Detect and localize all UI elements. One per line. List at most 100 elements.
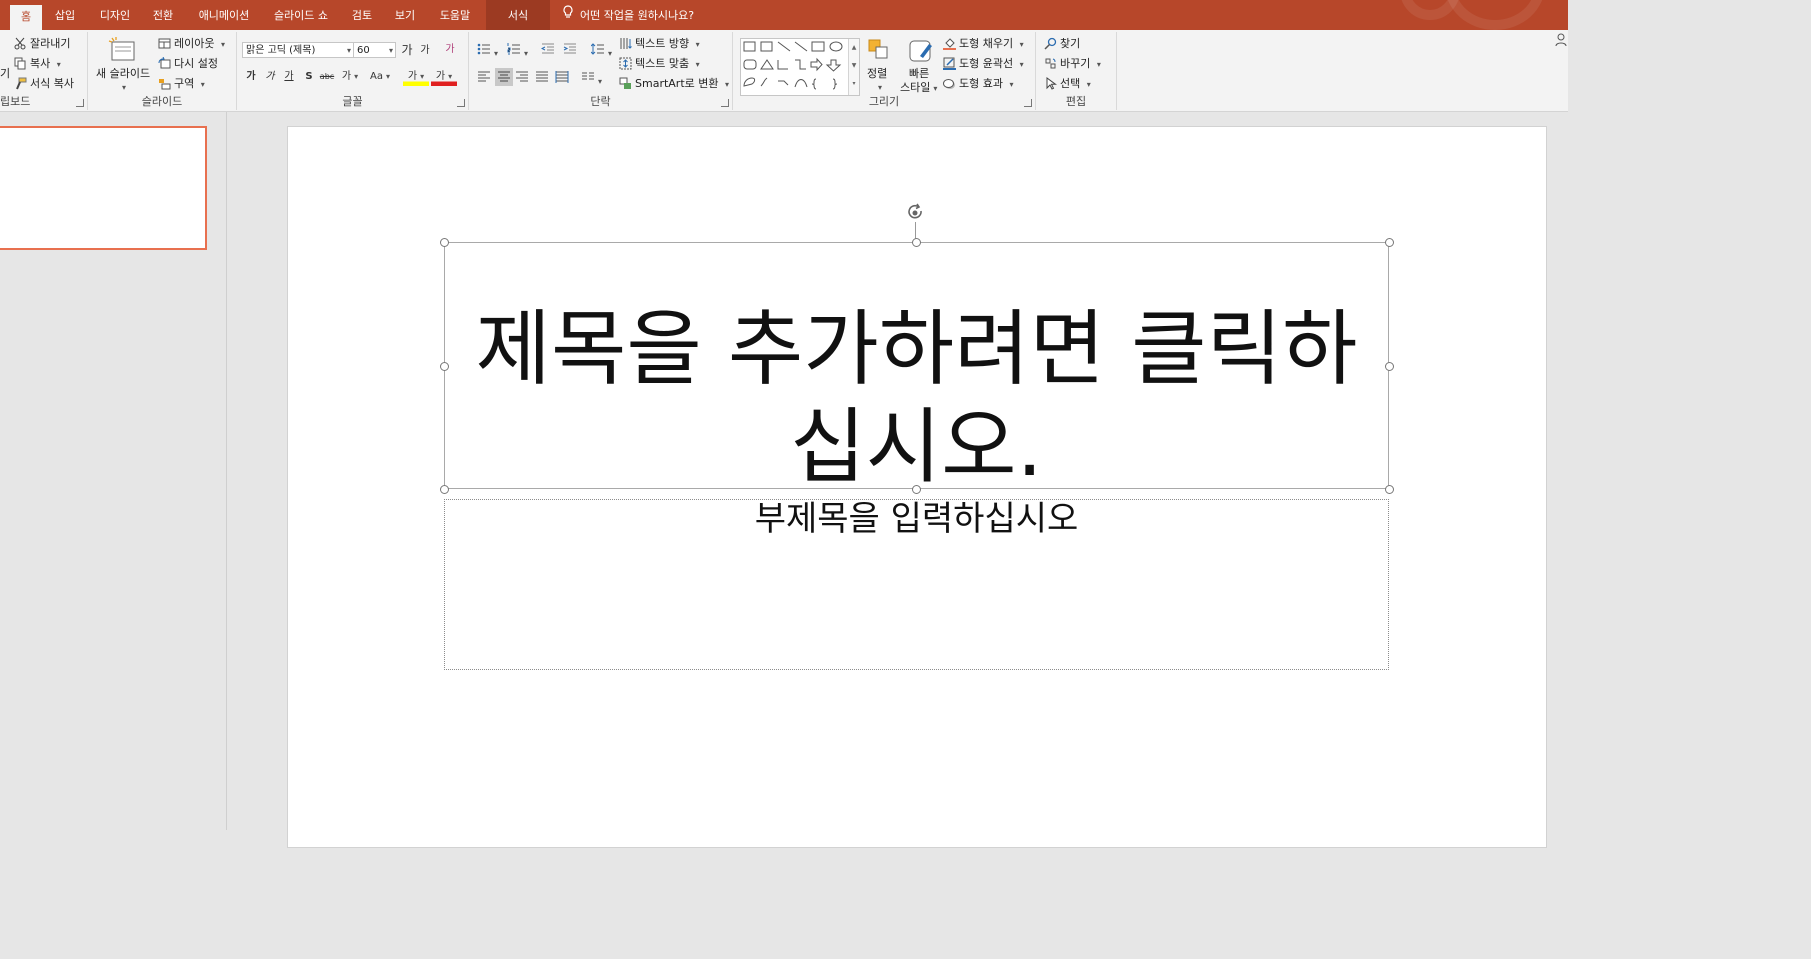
shape-effects-button[interactable]: 도형 효과 xyxy=(943,76,1014,93)
drawing-launcher[interactable] xyxy=(1024,99,1032,107)
columns-icon[interactable] xyxy=(581,70,609,84)
line-spacing-icon[interactable] xyxy=(590,42,619,56)
paragraph-launcher[interactable] xyxy=(721,99,729,107)
distributed-icon[interactable] xyxy=(555,70,569,84)
decorative-circle xyxy=(1445,0,1545,30)
bold-button[interactable]: 가 xyxy=(243,68,259,86)
shapes-gallery[interactable]: ▲ ▼ ▾ xyxy=(740,38,860,96)
tab-home[interactable]: 홈 xyxy=(10,5,42,30)
justify-icon[interactable] xyxy=(535,70,549,84)
paint-bucket-icon xyxy=(943,37,956,50)
layout-icon xyxy=(158,37,171,50)
rotate-handle-icon[interactable] xyxy=(906,203,926,226)
font-color-button[interactable]: 가 xyxy=(431,68,457,86)
tab-review[interactable]: 검토 xyxy=(345,0,379,30)
shape-effects-icon xyxy=(943,77,956,90)
smartart-icon xyxy=(619,77,632,90)
ribbon: 기 잘라내기 복사 서식 복사 립보드 새 슬라이드 ▾ 레이아웃 다시 설정 … xyxy=(0,30,1568,112)
resize-handle[interactable] xyxy=(912,485,921,494)
cut-button[interactable]: 잘라내기 xyxy=(14,36,70,52)
reset-icon xyxy=(158,56,171,70)
clipboard-launcher[interactable] xyxy=(76,99,84,107)
text-direction-button[interactable]: 텍스트 방향 xyxy=(619,36,700,53)
numbering-icon[interactable] xyxy=(507,42,535,56)
search-icon xyxy=(1044,37,1057,50)
format-painter-button[interactable]: 서식 복사 xyxy=(14,76,74,92)
reset-button[interactable]: 다시 설정 xyxy=(158,56,218,72)
resize-handle[interactable] xyxy=(912,238,921,247)
slide-subtitle[interactable]: 부제목을 입력하십시오 xyxy=(445,500,1388,538)
highlight-color-button[interactable]: 가 xyxy=(403,68,429,86)
decrease-indent-icon[interactable] xyxy=(540,42,555,56)
shrink-font-button[interactable]: 가 xyxy=(417,42,433,60)
chevron-down-icon: ▾ xyxy=(388,46,393,55)
replace-button[interactable]: 바꾸기 xyxy=(1044,56,1101,73)
subtitle-placeholder[interactable]: 부제목을 입력하십시오 xyxy=(444,499,1389,670)
paste-button[interactable]: 기 xyxy=(0,66,10,82)
gallery-scrollbar[interactable]: ▲ ▼ ▾ xyxy=(848,39,859,95)
font-family-select[interactable]: 맑은 고딕 (제목) ▾ xyxy=(242,42,354,58)
underline-button[interactable]: 가 xyxy=(281,68,297,86)
tab-view[interactable]: 보기 xyxy=(388,0,422,30)
clear-formatting-button[interactable]: 가 xyxy=(442,41,458,59)
ribbon-tab-bar: 홈 삽입 디자인 전환 애니메이션 슬라이드 쇼 검토 보기 도움말 서식 어떤… xyxy=(0,0,1568,30)
section-button[interactable]: 구역 xyxy=(158,76,205,93)
user-icon[interactable] xyxy=(1554,32,1568,49)
drawing-group-label: 그리기 xyxy=(868,95,900,108)
section-label: 구역 xyxy=(174,77,195,90)
tab-animations[interactable]: 애니메이션 xyxy=(191,0,257,30)
strikethrough-button[interactable]: abc xyxy=(319,68,335,86)
font-launcher[interactable] xyxy=(457,99,465,107)
tab-help[interactable]: 도움말 xyxy=(432,0,478,30)
select-button[interactable]: 선택 xyxy=(1044,76,1091,93)
shape-outline-button[interactable]: 도형 윤곽선 xyxy=(943,56,1024,73)
font-group-label: 글꼴 xyxy=(342,95,363,108)
slide-title[interactable]: 제목을 추가하려면 클릭하십시오. xyxy=(445,301,1388,497)
resize-handle[interactable] xyxy=(440,485,449,494)
tell-me-text: 어떤 작업을 원하시나요? xyxy=(580,9,695,22)
find-label: 찾기 xyxy=(1060,37,1081,50)
layout-button[interactable]: 레이아웃 xyxy=(158,36,225,53)
font-size-select[interactable]: 60 ▾ xyxy=(353,42,396,58)
slide-thumbnail[interactable] xyxy=(0,126,207,250)
slide-thumbnail-pane xyxy=(0,112,227,830)
tab-slideshow[interactable]: 슬라이드 쇼 xyxy=(266,0,336,30)
resize-handle[interactable] xyxy=(440,238,449,247)
slides-group: 새 슬라이드 ▾ 레이아웃 다시 설정 구역 슬라이드 xyxy=(88,32,237,110)
character-spacing-button[interactable]: 가 xyxy=(337,68,363,86)
align-text-button[interactable]: 텍스트 맞춤 xyxy=(619,56,700,73)
slides-group-label: 슬라이드 xyxy=(141,95,183,108)
shape-outline-label: 도형 윤곽선 xyxy=(959,57,1014,70)
align-center-icon[interactable] xyxy=(495,68,513,86)
italic-button[interactable]: 가 xyxy=(262,68,278,86)
resize-handle[interactable] xyxy=(1385,238,1394,247)
copy-button[interactable]: 복사 xyxy=(14,56,61,73)
bullets-icon[interactable] xyxy=(477,42,505,56)
tab-transitions[interactable]: 전환 xyxy=(145,0,181,30)
font-size-value: 60 xyxy=(357,45,370,56)
tab-format[interactable]: 서식 xyxy=(486,0,550,30)
scissors-icon xyxy=(14,37,27,50)
convert-smartart-label: SmartArt로 변환 xyxy=(635,77,719,90)
resize-handle[interactable] xyxy=(1385,362,1394,371)
tab-insert[interactable]: 삽입 xyxy=(48,0,82,30)
align-right-icon[interactable] xyxy=(515,70,529,84)
tell-me-search[interactable]: 어떤 작업을 원하시나요? xyxy=(562,0,694,30)
grow-font-button[interactable]: 가 xyxy=(399,41,415,59)
resize-handle[interactable] xyxy=(1385,485,1394,494)
section-icon xyxy=(158,77,171,90)
title-placeholder[interactable]: 제목을 추가하려면 클릭하십시오. xyxy=(444,242,1389,495)
convert-smartart-button[interactable]: SmartArt로 변환 xyxy=(619,76,729,93)
resize-handle[interactable] xyxy=(440,362,449,371)
tab-design[interactable]: 디자인 xyxy=(92,0,138,30)
find-button[interactable]: 찾기 xyxy=(1044,36,1080,52)
font-family-value: 맑은 고딕 (제목) xyxy=(246,45,316,56)
text-shadow-button[interactable]: S xyxy=(301,68,317,86)
clipboard-group: 기 잘라내기 복사 서식 복사 립보드 xyxy=(0,32,88,110)
change-case-button[interactable]: Aa xyxy=(367,68,393,86)
paragraph-group-label: 단락 xyxy=(590,95,611,108)
increase-indent-icon[interactable] xyxy=(563,42,577,56)
shape-fill-button[interactable]: 도형 채우기 xyxy=(943,36,1024,53)
cursor-arrow-icon xyxy=(1044,77,1058,90)
align-left-icon[interactable] xyxy=(477,70,491,84)
